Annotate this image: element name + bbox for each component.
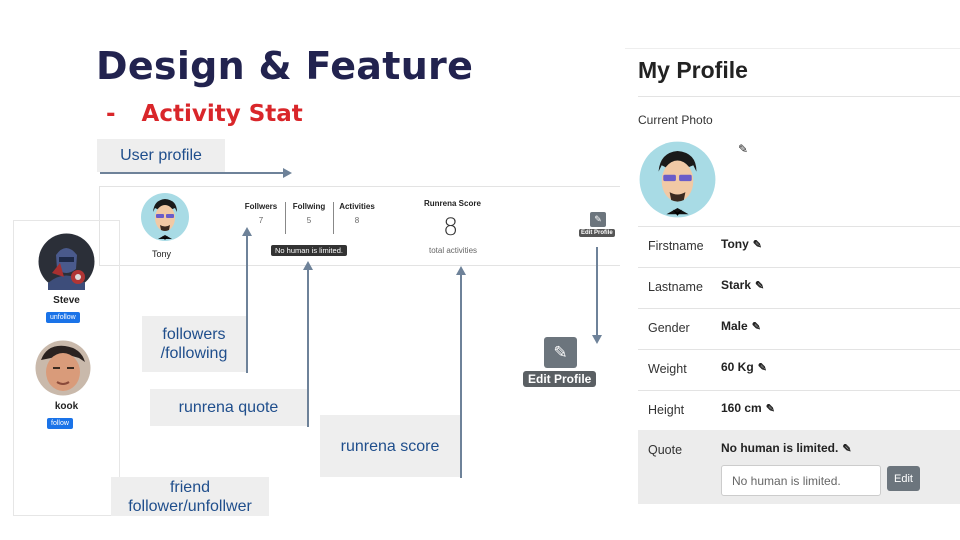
divider <box>638 96 960 97</box>
divider <box>638 308 960 309</box>
quote-arrow-line <box>307 270 309 427</box>
height-value[interactable]: 160 cm ✎ <box>721 401 775 415</box>
follow-button[interactable]: follow <box>47 418 73 429</box>
gender-label: Gender <box>648 321 690 335</box>
subtitle-dash: - <box>106 101 116 127</box>
height-label: Height <box>648 403 685 417</box>
quote-edit-button[interactable]: Edit <box>887 466 920 491</box>
quote-tooltip: No human is limited. <box>271 245 347 256</box>
following-stat-value: 5 <box>306 216 312 225</box>
lastname-value[interactable]: Stark ✎ <box>721 278 764 292</box>
firstname-value[interactable]: Tony ✎ <box>721 237 762 251</box>
profile-name: Tony <box>152 249 172 259</box>
quote-label: Quote <box>648 443 683 457</box>
pencil-icon[interactable]: ✎ <box>842 443 851 455</box>
lastname-text: Stark <box>721 278 752 292</box>
slide-subtitle: - Activity Stat <box>106 101 303 127</box>
quote-arrowhead <box>303 261 313 270</box>
divider <box>638 390 960 391</box>
user-profile-label: User profile <box>97 139 225 172</box>
following-stat[interactable]: Follwing 5 <box>290 202 328 225</box>
runrena-score-subtitle: total activities <box>429 246 478 255</box>
followers-following-label: followers/following <box>142 316 246 372</box>
edit-profile-button-small[interactable]: Edit Profile <box>579 229 615 237</box>
followers-arrowhead <box>242 227 252 236</box>
score-arrow-line <box>460 275 462 478</box>
divider <box>638 267 960 268</box>
tony-avatar <box>140 192 190 242</box>
runrena-score-box-label: runrena score <box>320 415 460 477</box>
score-arrowhead <box>456 266 466 275</box>
unfollow-button[interactable]: unfollow <box>46 312 80 323</box>
user-profile-arrow-line <box>100 172 283 174</box>
weight-text: 60 Kg <box>721 360 754 374</box>
activities-stat-value: 8 <box>354 216 360 225</box>
pencil-icon[interactable]: ✎ <box>753 239 762 251</box>
edit-arrowhead <box>592 335 602 344</box>
pencil-icon[interactable]: ✎ <box>590 212 606 227</box>
kook-avatar[interactable] <box>35 340 91 396</box>
firstname-text: Tony <box>721 237 749 251</box>
weight-value[interactable]: 60 Kg ✎ <box>721 360 767 374</box>
edit-profile-button[interactable]: Edit Profile <box>523 371 597 387</box>
gender-text: Male <box>721 319 748 333</box>
edit-arrow-line <box>596 247 598 335</box>
weight-label: Weight <box>648 362 687 376</box>
friend-label-line1: friend <box>169 478 210 496</box>
lastname-label: Lastname <box>648 280 703 294</box>
followers-label-line1: followers <box>162 326 226 343</box>
followers-stat[interactable]: Follwers 7 <box>243 202 279 225</box>
activities-stat[interactable]: Activities 8 <box>338 202 376 225</box>
divider <box>638 226 960 227</box>
stat-divider <box>333 202 334 234</box>
followers-stat-value: 7 <box>258 216 264 225</box>
friend-name: kook <box>54 401 79 412</box>
followers-arrow-line <box>246 236 248 373</box>
my-profile-title: My Profile <box>638 57 748 83</box>
stat-divider <box>285 202 286 234</box>
quote-text: No human is limited. <box>721 441 839 455</box>
runrena-quote-label: runrena quote <box>150 389 307 426</box>
height-text: 160 cm <box>721 401 762 415</box>
friend-label-line2: follower/unfollwer <box>128 497 252 515</box>
current-photo-label: Current Photo <box>638 113 713 127</box>
followers-stat-label: Follwers <box>244 202 278 211</box>
pencil-icon[interactable]: ✎ <box>544 337 577 368</box>
steve-avatar[interactable] <box>38 233 95 290</box>
profile-photo <box>638 140 717 219</box>
friend-name: Steve <box>53 295 80 306</box>
followers-label-line2: /following <box>160 345 228 362</box>
gender-value[interactable]: Male ✎ <box>721 319 761 333</box>
runrena-score-label: Runrena Score <box>424 199 481 208</box>
user-profile-arrowhead <box>283 168 292 178</box>
pencil-icon[interactable]: ✎ <box>752 321 761 333</box>
slide-title: Design & Feature <box>96 44 474 88</box>
divider <box>638 349 960 350</box>
pencil-icon[interactable]: ✎ <box>738 142 748 156</box>
following-stat-label: Follwing <box>292 202 326 211</box>
runrena-score-value: 8 <box>443 213 459 241</box>
pencil-icon[interactable]: ✎ <box>766 403 775 415</box>
friend-follow-label: friend follower/unfollwer <box>111 477 269 516</box>
quote-input[interactable]: No human is limited. <box>721 465 881 496</box>
activities-stat-label: Activities <box>339 202 375 211</box>
quote-value[interactable]: No human is limited. ✎ <box>721 441 852 455</box>
firstname-label: Firstname <box>648 239 704 253</box>
subtitle-text: Activity Stat <box>141 101 303 127</box>
pencil-icon[interactable]: ✎ <box>755 280 764 292</box>
pencil-icon[interactable]: ✎ <box>758 362 767 374</box>
